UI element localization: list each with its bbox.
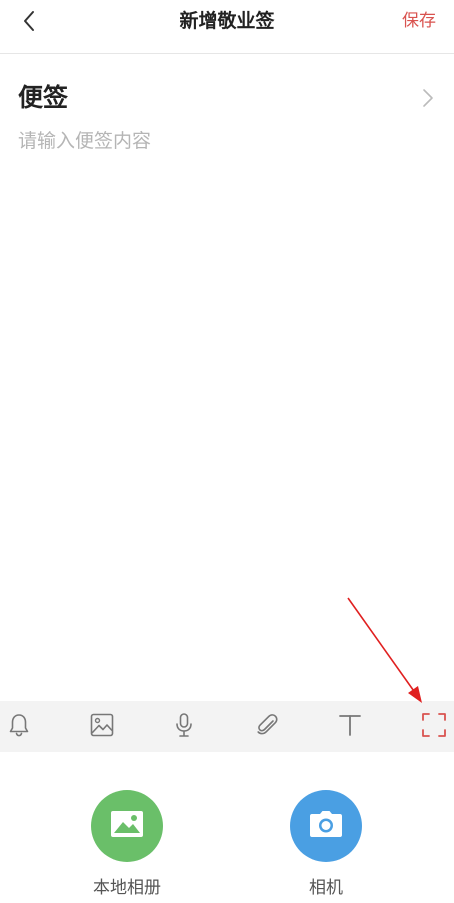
voice-input-button[interactable] xyxy=(168,711,200,743)
image-icon xyxy=(89,712,115,742)
reminder-button[interactable] xyxy=(3,711,35,743)
chevron-right-icon[interactable] xyxy=(416,86,440,110)
camera-icon xyxy=(309,810,343,842)
picture-icon xyxy=(110,810,144,842)
note-title: 便签 xyxy=(18,83,69,112)
paperclip-icon xyxy=(254,712,280,742)
image-source-picker: 本地相册 相机 xyxy=(0,752,454,903)
editor-toolbar xyxy=(0,701,454,752)
camera-circle xyxy=(290,790,362,862)
camera-label: 相机 xyxy=(309,878,343,898)
gallery-label: 本地相册 xyxy=(93,878,161,898)
gallery-button[interactable]: 本地相册 xyxy=(67,790,187,902)
text-format-icon xyxy=(337,712,363,742)
fullscreen-icon xyxy=(421,712,447,742)
text-format-button[interactable] xyxy=(334,711,366,743)
bell-icon xyxy=(6,712,32,742)
insert-image-button[interactable] xyxy=(86,711,118,743)
camera-button[interactable]: 相机 xyxy=(266,790,386,902)
fullscreen-button[interactable] xyxy=(418,711,450,743)
page-title: 新增敬业签 xyxy=(179,10,275,32)
note-title-row[interactable]: 便签 xyxy=(18,80,440,116)
microphone-icon xyxy=(171,712,197,742)
gallery-circle xyxy=(91,790,163,862)
note-content-input[interactable] xyxy=(18,126,436,686)
save-button[interactable]: 保存 xyxy=(402,9,436,33)
attachment-button[interactable] xyxy=(251,711,283,743)
header-bar: 新增敬业签 保存 xyxy=(0,0,454,54)
